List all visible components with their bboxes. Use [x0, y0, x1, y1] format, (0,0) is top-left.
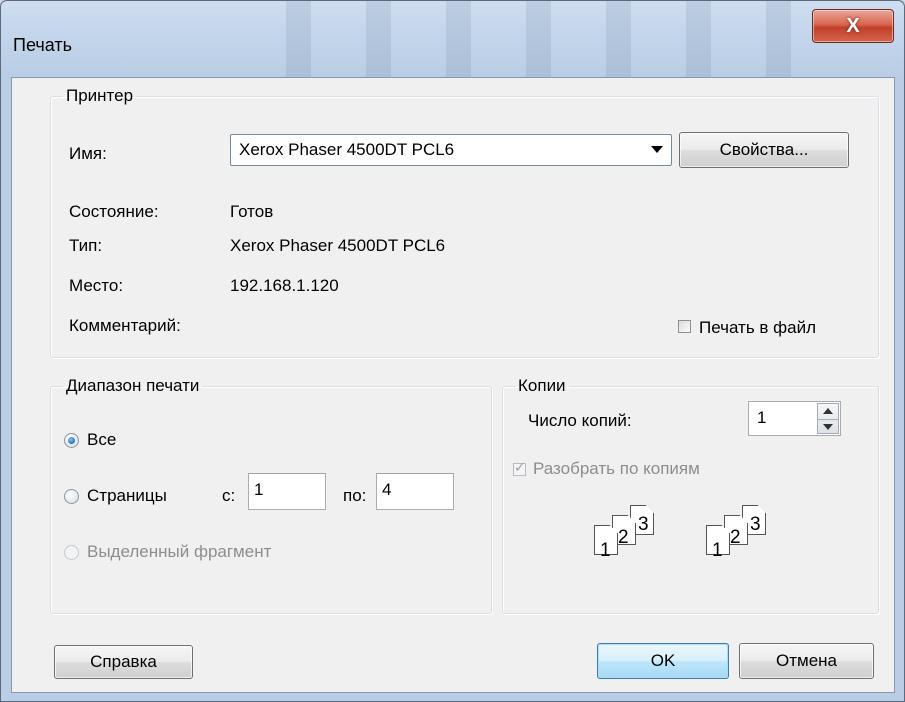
page-to-label: по: [343, 486, 366, 506]
ok-button[interactable]: OK [597, 643, 729, 679]
status-label: Состояние: [69, 202, 159, 222]
dialog-title: Печать [13, 35, 72, 56]
comment-label: Комментарий: [69, 316, 181, 336]
page-from-input[interactable]: 1 [248, 473, 326, 510]
range-all-label[interactable]: Все [87, 430, 116, 450]
close-icon: X [846, 15, 859, 38]
collate-label[interactable]: Разобрать по копиям [533, 459, 700, 479]
cancel-button[interactable]: Отмена [739, 643, 874, 679]
collate-page-number: 2 [730, 527, 741, 549]
collate-page-number: 1 [600, 540, 611, 562]
properties-button[interactable]: Свойства... [679, 132, 849, 168]
print-dialog: Печать X Принтер Имя: Xerox Phaser 4500D… [0, 0, 905, 702]
collate-checkbox[interactable]: ✓ [513, 463, 526, 476]
print-to-file-checkbox[interactable] [678, 320, 691, 333]
location-value: 192.168.1.120 [230, 276, 339, 296]
collate-page-number: 2 [618, 527, 629, 549]
copies-count-label: Число копий: [528, 411, 632, 431]
arrow-down-icon[interactable] [823, 424, 833, 430]
printer-name-value: Xerox Phaser 4500DT PCL6 [239, 140, 454, 160]
collate-page-number: 3 [638, 514, 649, 536]
collate-page-number: 3 [750, 514, 761, 536]
page-to-value: 4 [382, 480, 391, 500]
help-button[interactable]: Справка [54, 645, 193, 679]
dialog-body: Принтер Имя: Xerox Phaser 4500DT PCL6 Св… [11, 77, 895, 693]
type-label: Тип: [69, 236, 102, 256]
title-bar-background [231, 1, 791, 77]
arrow-up-icon[interactable] [823, 408, 833, 414]
print-to-file-label[interactable]: Печать в файл [699, 318, 816, 338]
printer-name-label: Имя: [69, 144, 107, 164]
copies-group-label: Копии [515, 376, 569, 396]
range-selection-label[interactable]: Выделенный фрагмент [87, 542, 271, 562]
collate-page-number: 1 [712, 540, 723, 562]
status-value: Готов [230, 202, 273, 222]
print-range-group-label: Диапазон печати [63, 376, 202, 396]
location-label: Место: [69, 276, 123, 296]
spin-control[interactable] [817, 403, 839, 434]
printer-group-label: Принтер [63, 86, 136, 106]
page-to-input[interactable]: 4 [376, 473, 454, 510]
chevron-down-icon [651, 146, 663, 153]
copies-count-spinner[interactable]: 1 [748, 401, 841, 436]
page-from-label: с: [222, 486, 235, 506]
title-bar[interactable]: Печать X [1, 1, 904, 77]
range-all-radio[interactable] [64, 433, 79, 448]
range-pages-label[interactable]: Страницы [87, 486, 167, 506]
checkmark-icon: ✓ [514, 459, 526, 476]
range-selection-radio[interactable] [64, 545, 79, 560]
page-from-value: 1 [254, 480, 263, 500]
close-button[interactable]: X [812, 9, 894, 43]
type-value: Xerox Phaser 4500DT PCL6 [230, 236, 445, 256]
printer-name-select[interactable]: Xerox Phaser 4500DT PCL6 [230, 134, 672, 166]
spin-divider [818, 419, 838, 420]
copies-count-value: 1 [757, 408, 766, 428]
range-pages-radio[interactable] [64, 489, 79, 504]
